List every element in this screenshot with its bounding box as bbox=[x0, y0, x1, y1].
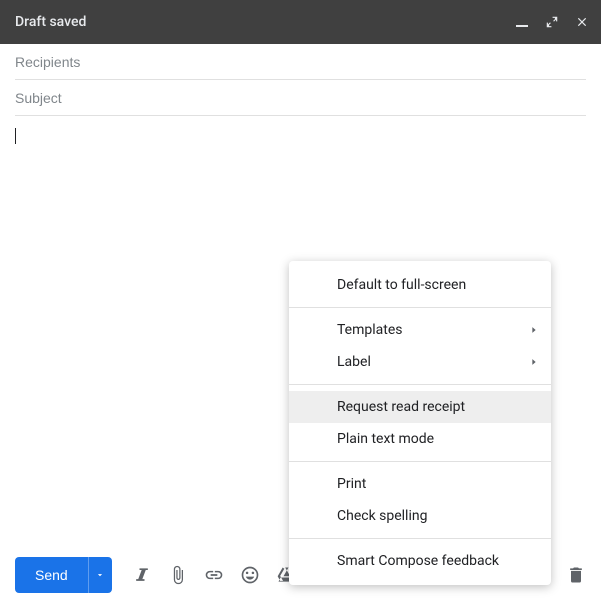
fullscreen-icon[interactable] bbox=[545, 15, 559, 29]
menu-item-label: Plain text mode bbox=[337, 431, 434, 447]
menu-separator bbox=[289, 384, 551, 385]
insert-link-icon[interactable] bbox=[204, 565, 224, 585]
menu-item-print[interactable]: Print bbox=[289, 468, 551, 500]
recipients-input[interactable] bbox=[15, 54, 586, 70]
more-options-menu: Default to full-screen Templates Label R… bbox=[289, 261, 551, 585]
chevron-right-icon bbox=[529, 325, 539, 335]
menu-item-label: Smart Compose feedback bbox=[337, 553, 499, 569]
menu-item-smart-compose[interactable]: Smart Compose feedback bbox=[289, 545, 551, 577]
close-icon[interactable] bbox=[575, 15, 589, 29]
menu-separator bbox=[289, 538, 551, 539]
window-controls bbox=[515, 15, 589, 29]
menu-item-check-spelling[interactable]: Check spelling bbox=[289, 500, 551, 532]
send-button-group: Send bbox=[15, 557, 112, 593]
discard-draft-icon[interactable] bbox=[566, 565, 586, 585]
recipients-field[interactable] bbox=[15, 44, 586, 80]
formatting-options-icon[interactable] bbox=[132, 565, 152, 585]
menu-item-read-receipt[interactable]: Request read receipt bbox=[289, 391, 551, 423]
subject-input[interactable] bbox=[15, 90, 586, 106]
menu-item-label[interactable]: Label bbox=[289, 346, 551, 378]
menu-item-label: Label bbox=[337, 354, 371, 370]
chevron-right-icon bbox=[529, 357, 539, 367]
menu-item-label: Print bbox=[337, 476, 366, 492]
send-more-button[interactable] bbox=[88, 557, 112, 593]
menu-item-label: Default to full-screen bbox=[337, 277, 466, 293]
menu-separator bbox=[289, 307, 551, 308]
insert-emoji-icon[interactable] bbox=[240, 565, 260, 585]
text-cursor bbox=[15, 128, 16, 144]
compose-fields bbox=[0, 44, 601, 116]
send-button[interactable]: Send bbox=[15, 557, 88, 593]
attach-files-icon[interactable] bbox=[168, 565, 188, 585]
subject-field[interactable] bbox=[15, 80, 586, 116]
menu-separator bbox=[289, 461, 551, 462]
menu-item-plain-text[interactable]: Plain text mode bbox=[289, 423, 551, 455]
menu-item-label: Templates bbox=[337, 322, 403, 338]
minimize-icon[interactable] bbox=[515, 15, 529, 29]
compose-body[interactable] bbox=[0, 116, 601, 144]
menu-item-default-fullscreen[interactable]: Default to full-screen bbox=[289, 269, 551, 301]
menu-item-templates[interactable]: Templates bbox=[289, 314, 551, 346]
menu-item-label: Request read receipt bbox=[337, 399, 465, 415]
compose-title: Draft saved bbox=[15, 14, 86, 30]
menu-item-label: Check spelling bbox=[337, 508, 427, 524]
compose-header: Draft saved bbox=[0, 0, 601, 44]
